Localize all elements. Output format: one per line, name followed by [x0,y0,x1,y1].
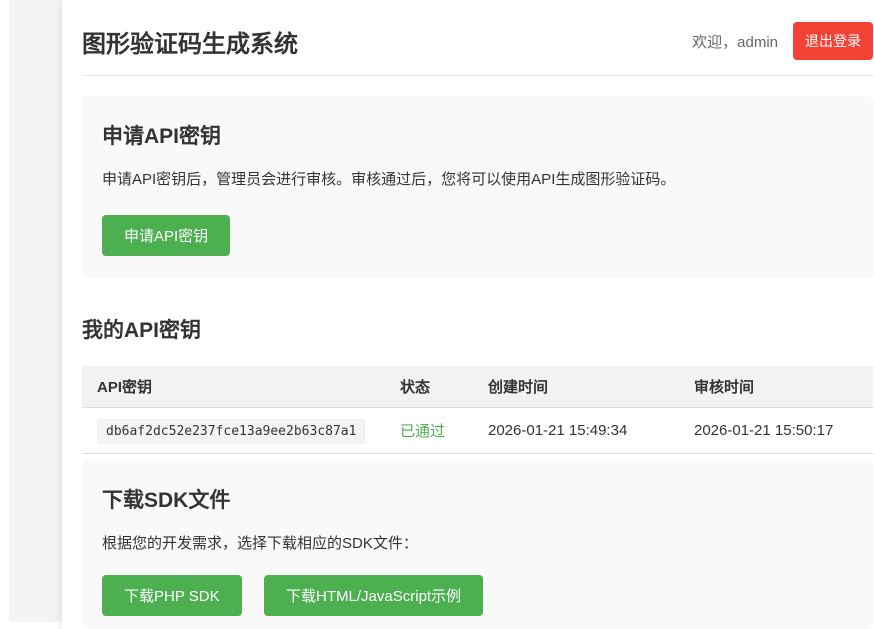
column-header-status: 状态 [385,366,473,408]
review-time-cell: 2026-01-21 15:50:17 [679,407,873,453]
download-sdk-section: 下载SDK文件 根据您的开发需求，选择下载相应的SDK文件： 下载PHP SDK… [82,460,873,629]
column-header-review-time: 审核时间 [679,366,873,408]
header: 图形验证码生成系统 欢迎，admin 退出登录 [82,0,873,76]
page-background [9,0,62,622]
welcome-text: 欢迎，admin [692,31,778,52]
my-api-keys-heading: 我的API密钥 [82,314,873,344]
column-header-api-key: API密钥 [82,366,385,408]
sdk-buttons-row: 下载PHP SDK 下载HTML/JavaScript示例 [102,575,853,616]
sdk-section-heading: 下载SDK文件 [102,484,853,514]
created-time-cell: 2026-01-21 15:49:34 [473,407,679,453]
column-header-created-time: 创建时间 [473,366,679,408]
page-title: 图形验证码生成系统 [82,24,298,59]
main-container: 图形验证码生成系统 欢迎，admin 退出登录 申请API密钥 申请API密钥后… [62,0,874,629]
table-row: db6af2dc52e237fce13a9ee2b63c87a1 已通过 202… [82,407,873,453]
apply-section-description: 申请API密钥后，管理员会进行审核。审核通过后，您将可以使用API生成图形验证码… [102,169,853,191]
logout-button[interactable]: 退出登录 [793,22,873,60]
api-key-cell: db6af2dc52e237fce13a9ee2b63c87a1 [82,407,385,453]
download-php-sdk-button[interactable]: 下载PHP SDK [102,575,242,616]
api-keys-table: API密钥 状态 创建时间 审核时间 db6af2dc52e237fce13a9… [82,366,873,454]
user-info: 欢迎，admin 退出登录 [692,22,873,60]
status-badge: 已通过 [385,407,473,453]
apply-api-key-section: 申请API密钥 申请API密钥后，管理员会进行审核。审核通过后，您将可以使用AP… [82,96,873,278]
table-header-row: API密钥 状态 创建时间 审核时间 [82,366,873,408]
download-html-js-example-button[interactable]: 下载HTML/JavaScript示例 [264,575,483,616]
apply-api-key-button[interactable]: 申请API密钥 [102,215,230,256]
sdk-section-description: 根据您的开发需求，选择下载相应的SDK文件： [102,533,853,555]
apply-section-heading: 申请API密钥 [102,120,853,150]
api-key-value: db6af2dc52e237fce13a9ee2b63c87a1 [97,419,365,444]
